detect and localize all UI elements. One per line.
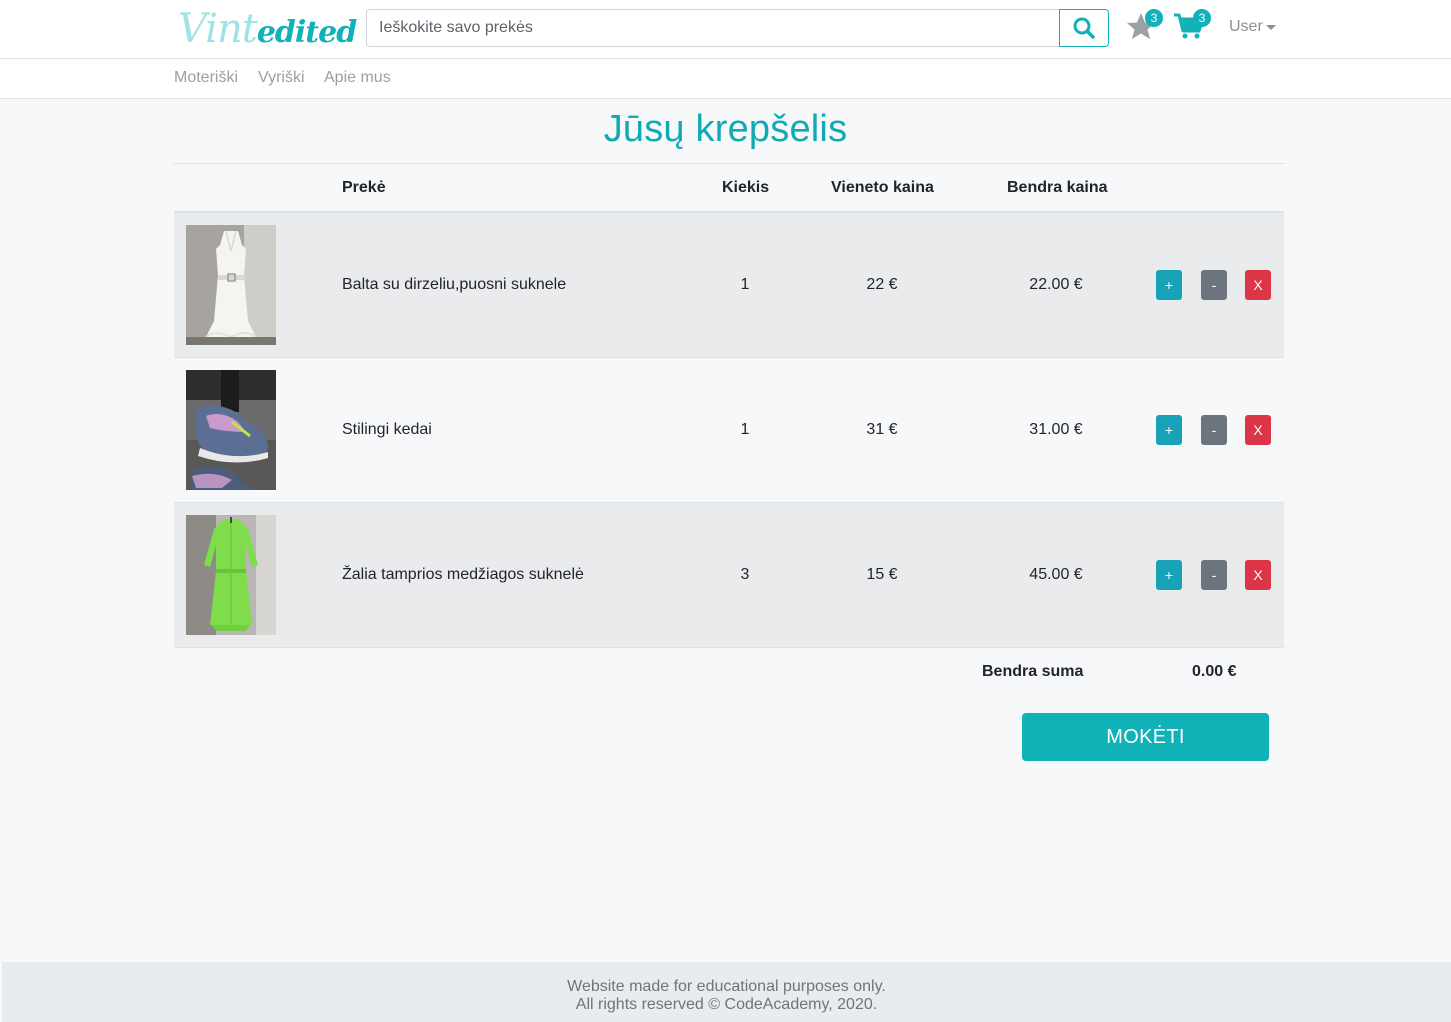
product-total-price: 31.00 € [1029,421,1083,438]
favorites-button[interactable]: 3 [1126,9,1163,42]
increase-qty-button[interactable]: + [1156,270,1182,300]
search-bar [366,9,1109,47]
cart-count-badge: 3 [1193,9,1211,27]
product-qty: 3 [740,566,750,583]
cart-table: Prekė Kiekis Vieneto kaina Bendra kaina … [174,163,1284,648]
decrease-qty-button[interactable]: - [1201,270,1227,300]
product-unit-price: 31 € [866,421,898,438]
product-unit-price: 22 € [866,276,898,293]
decrease-qty-button[interactable]: - [1201,415,1227,445]
page-footer: Website made for educational purposes on… [2,962,1451,1022]
chevron-down-icon [1265,25,1276,30]
category-nav: Moteriški Vyriški Apie mus [0,59,1451,99]
header-qty: Kiekis [722,179,770,196]
total-sum-label: Bendra suma [982,663,1084,680]
nav-link-women[interactable]: Moteriški [174,69,238,87]
remove-item-button[interactable]: X [1245,560,1271,590]
favorites-count-badge: 3 [1145,9,1163,27]
user-dropdown[interactable]: User [1229,18,1276,36]
header-item: Prekė [342,179,386,196]
pay-button[interactable]: MOKĖTI [1022,713,1269,761]
search-button[interactable] [1059,9,1109,47]
site-logo[interactable]: Vint edited [178,6,357,52]
product-total-price: 45.00 € [1029,566,1083,583]
product-name: Stilingi kedai [342,421,432,438]
nav-link-about[interactable]: Apie mus [324,69,391,87]
product-image-green-dress[interactable] [186,515,276,635]
logo-text-part1: Vint [178,6,258,52]
header-total-price: Bendra kaina [1007,179,1108,196]
page-title: Jūsų krepšelis [603,108,848,150]
remove-item-button[interactable]: X [1245,270,1271,300]
table-row: Balta su dirzeliu,puosni suknele 1 22 € … [174,213,1284,358]
product-total-price: 22.00 € [1029,276,1083,293]
header-unit-price: Vieneto kaina [831,179,934,196]
search-icon [1073,17,1095,39]
product-name: Balta su dirzeliu,puosni suknele [342,276,567,293]
logo-text-part2: edited [256,15,357,50]
user-label: User [1229,18,1263,35]
table-header: Prekė Kiekis Vieneto kaina Bendra kaina [174,163,1284,213]
product-image-sneakers[interactable] [186,370,276,490]
table-row: Stilingi kedai 1 31 € 31.00 € + - X [174,358,1284,503]
table-row: Žalia tamprios medžiagos suknelė 3 15 € … [174,503,1284,648]
cart-button[interactable]: 3 [1173,9,1211,42]
total-sum-value: 0.00 € [1192,663,1237,680]
remove-item-button[interactable]: X [1245,415,1271,445]
product-name: Žalia tamprios medžiagos suknelė [342,566,584,583]
product-image-white-dress[interactable] [186,225,276,345]
product-qty: 1 [740,421,750,438]
increase-qty-button[interactable]: + [1156,415,1182,445]
product-qty: 1 [740,276,750,293]
footer-line-2: All rights reserved © CodeAcademy, 2020. [575,996,878,1013]
footer-line-1: Website made for educational purposes on… [567,978,886,995]
product-unit-price: 15 € [866,566,898,583]
nav-link-men[interactable]: Vyriški [258,69,305,87]
search-input[interactable] [366,9,1059,47]
increase-qty-button[interactable]: + [1156,560,1182,590]
top-header: Vint edited 3 3 User [0,0,1451,59]
decrease-qty-button[interactable]: - [1201,560,1227,590]
